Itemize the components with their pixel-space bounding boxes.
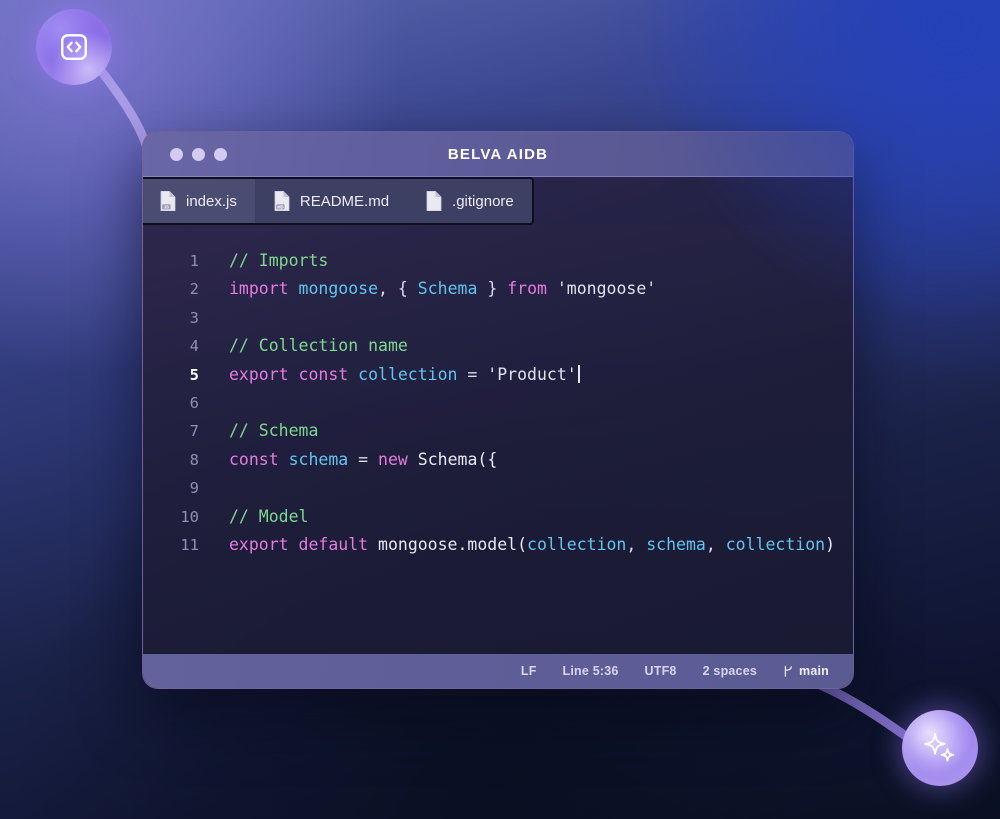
code-line[interactable]: 4 // Collection name — [143, 332, 853, 360]
code-line-text[interactable]: export const collection = 'Product' — [199, 361, 580, 389]
line-number: 10 — [180, 507, 199, 526]
line-number: 5 — [189, 365, 199, 384]
token-plain: Schema({ — [417, 449, 498, 469]
code-line-text[interactable] — [199, 304, 239, 332]
tab-strip-wrapper: JS index.js MD README.md .gitignore — [143, 177, 853, 225]
token-ident: mongoose — [298, 279, 379, 299]
sparkles-badge[interactable] — [902, 710, 978, 786]
git-branch-icon — [784, 665, 792, 677]
tab-label: .gitignore — [452, 192, 514, 210]
token-comment: // Model — [229, 506, 309, 526]
code-brackets-icon — [61, 34, 87, 60]
token-comment: // Imports — [229, 251, 329, 270]
token-keyword: const — [229, 449, 289, 469]
token-punct: , — [626, 535, 647, 555]
line-number: 2 — [189, 280, 199, 299]
token-plain: ) — [825, 535, 836, 555]
token-ident: collection — [725, 535, 826, 555]
code-line[interactable]: 3 — [143, 304, 853, 332]
code-line[interactable]: 9 — [143, 474, 853, 502]
code-line-text[interactable] — [199, 474, 239, 502]
token-plain: mongoose.model( — [378, 535, 528, 555]
wallpaper-backdrop: BELVA AIDB JS index.js MD README.md .gitigno… — [0, 0, 1000, 819]
plain-file-icon — [426, 191, 442, 211]
code-line-text[interactable]: const schema = new Schema({ — [199, 446, 497, 474]
window-title-bar: BELVA AIDB — [143, 132, 853, 177]
code-line-text[interactable]: // Collection name — [199, 332, 408, 360]
tab-readme-md[interactable]: MD README.md — [255, 179, 407, 223]
js-file-icon: JS — [160, 191, 176, 211]
text-cursor — [577, 364, 580, 383]
line-number: 8 — [189, 450, 199, 469]
token-keyword: export const — [229, 364, 359, 384]
token-comment: // Collection name — [229, 336, 408, 356]
code-line[interactable]: 10 // Model — [143, 503, 853, 531]
code-line-text[interactable]: // Imports — [199, 247, 328, 275]
tab-label: README.md — [299, 192, 390, 210]
token-ident: collection — [527, 535, 627, 555]
token-punct: , — [705, 535, 726, 555]
token-punct: , { — [378, 279, 418, 299]
line-number: 9 — [189, 479, 199, 498]
token-string: 'mongoose' — [556, 279, 657, 299]
line-number: 1 — [189, 252, 199, 270]
code-line-text[interactable]: // Schema — [199, 417, 318, 445]
code-line-text[interactable]: import mongoose, { Schema } from 'mongoo… — [199, 275, 656, 303]
token-punct: = — [457, 364, 488, 384]
token-string: 'Product' — [487, 364, 577, 384]
token-keyword: from — [507, 279, 557, 299]
token-comment: // Schema — [229, 421, 319, 441]
code-line-text[interactable] — [199, 389, 239, 417]
tab-strip: JS index.js MD README.md .gitignore — [143, 177, 534, 225]
line-number: 7 — [189, 422, 199, 441]
sparkles-icon — [924, 733, 955, 762]
token-ident: schema — [646, 535, 706, 555]
status-branch-name: main — [799, 664, 829, 678]
token-ident: Schema — [417, 279, 478, 299]
status-indentation[interactable]: 2 spaces — [703, 664, 757, 678]
token-ident: collection — [358, 364, 458, 384]
status-branch-group[interactable]: main — [783, 664, 829, 678]
code-line[interactable]: 8 const schema = new Schema({ — [143, 446, 853, 474]
window-title: BELVA AIDB — [447, 145, 549, 163]
code-line[interactable]: 6 — [143, 389, 853, 417]
line-number: 11 — [180, 536, 199, 555]
svg-text:MD: MD — [277, 204, 283, 209]
token-keyword: import — [229, 279, 299, 299]
code-editor-window: BELVA AIDB JS index.js MD README.md .gitigno… — [142, 131, 854, 689]
token-ident: schema — [288, 449, 349, 469]
line-number: 4 — [189, 337, 199, 356]
token-punct: = — [348, 449, 379, 469]
status-line-ending[interactable]: LF — [521, 664, 537, 678]
token-punct: } — [477, 279, 508, 299]
tab-gitignore[interactable]: .gitignore — [407, 179, 532, 223]
line-number: 6 — [189, 394, 199, 413]
tab-label: index.js — [186, 192, 237, 210]
status-bar: LF Line 5:36 UTF8 2 spaces main — [143, 654, 853, 688]
code-editor-area[interactable]: 1 // Imports 2 import mongoose, { Schema } … — [143, 225, 853, 654]
code-line[interactable]: 11 export default mongoose.model(collecti… — [143, 531, 853, 559]
code-line[interactable]: 7 // Schema — [143, 417, 853, 445]
line-number: 3 — [189, 308, 199, 327]
svg-text:JS: JS — [164, 204, 169, 209]
code-line[interactable]: 2 import mongoose, { Schema } from 'mongo… — [143, 275, 853, 303]
markdown-file-icon: MD — [274, 191, 290, 211]
tab-index-js[interactable]: JS index.js — [143, 179, 255, 223]
code-line-text[interactable]: export default mongoose.model(collection… — [199, 531, 835, 559]
token-keyword: new — [378, 449, 418, 469]
code-line-text[interactable]: // Model — [199, 503, 308, 531]
code-line[interactable]: 1 // Imports — [143, 247, 853, 275]
code-line[interactable]: 5 export const collection = 'Product' — [143, 361, 853, 389]
status-cursor-position[interactable]: Line 5:36 — [563, 664, 619, 678]
status-encoding[interactable]: UTF8 — [645, 664, 677, 678]
code-badge[interactable] — [36, 9, 112, 85]
token-keyword: export default — [229, 535, 379, 555]
